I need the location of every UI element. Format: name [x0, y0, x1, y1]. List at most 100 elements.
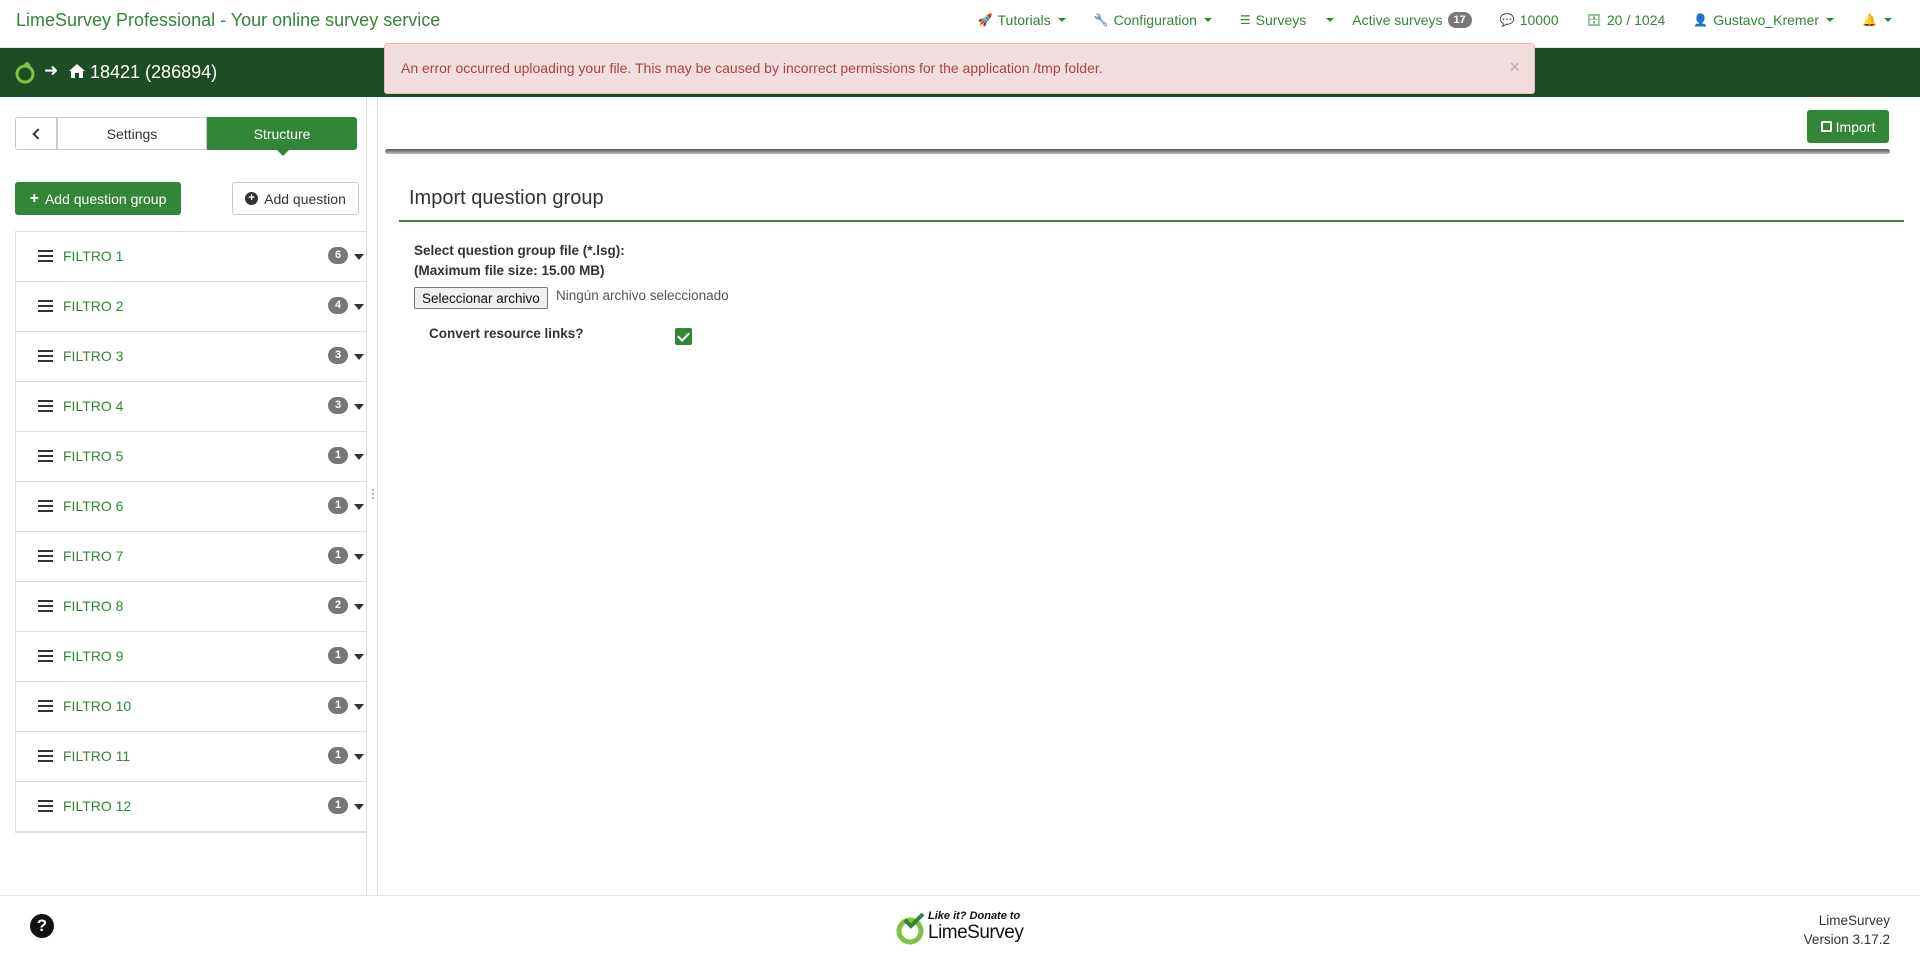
question-group-item[interactable]: FILTRO 10 1 — [16, 682, 366, 732]
title-underline — [399, 220, 1904, 222]
survey-title[interactable]: 18421 (286894) — [90, 62, 217, 83]
question-group-name[interactable]: FILTRO 5 — [63, 448, 123, 464]
nav-configuration-label: Configuration — [1113, 12, 1197, 28]
import-button[interactable]: Import — [1807, 110, 1889, 143]
convert-links-checkbox[interactable] — [675, 328, 692, 345]
caret-down-icon[interactable] — [354, 654, 364, 660]
caret-down-icon — [1884, 18, 1892, 22]
caret-down-icon[interactable] — [354, 754, 364, 760]
home-icon[interactable] — [68, 62, 86, 80]
grip-icon: · · · — [371, 482, 375, 504]
limesurvey-logo-icon[interactable] — [14, 62, 36, 84]
caret-down-icon[interactable] — [354, 504, 364, 510]
caret-down-icon[interactable] — [354, 604, 364, 610]
question-group-name[interactable]: FILTRO 2 — [63, 298, 123, 314]
drag-handle-icon[interactable] — [38, 600, 53, 612]
donate-link[interactable]: Like it? Donate to LimeSurvey — [895, 910, 1025, 948]
footer: ? Like it? Donate to LimeSurvey LimeSurv… — [0, 895, 1920, 958]
question-group-item[interactable]: FILTRO 12 1 — [16, 782, 366, 832]
nav-storage[interactable]: 🗄 20 / 1024 — [1573, 12, 1680, 28]
question-group-item[interactable]: FILTRO 1 6 — [16, 232, 366, 282]
question-group-item[interactable]: FILTRO 7 1 — [16, 532, 366, 582]
add-question-button[interactable]: + Add question — [232, 182, 359, 215]
help-icon[interactable]: ? — [30, 914, 54, 938]
drag-handle-icon[interactable] — [38, 700, 53, 712]
question-group-item[interactable]: FILTRO 2 4 — [16, 282, 366, 332]
question-count-badge: 6 — [328, 247, 348, 264]
question-group-name[interactable]: FILTRO 9 — [63, 648, 123, 664]
active-surveys-count: 17 — [1447, 12, 1472, 28]
question-group-name[interactable]: FILTRO 7 — [63, 548, 123, 564]
add-question-label: Add question — [264, 190, 346, 207]
question-group-item[interactable]: FILTRO 8 2 — [16, 582, 366, 632]
drag-handle-icon[interactable] — [38, 450, 53, 462]
caret-down-icon[interactable] — [354, 554, 364, 560]
question-group-name[interactable]: FILTRO 11 — [63, 748, 130, 764]
question-group-item[interactable]: FILTRO 9 1 — [16, 632, 366, 682]
convert-links-label: Convert resource links? — [429, 326, 584, 341]
nav-notifications[interactable]: 🔔 — [1848, 13, 1906, 27]
alert-close-button[interactable]: × — [1509, 57, 1520, 78]
nav-surveys-dropdown[interactable] — [1320, 18, 1338, 22]
drag-handle-icon[interactable] — [38, 550, 53, 562]
sidebar-resize-handle[interactable]: · · · — [366, 97, 378, 895]
drag-handle-icon[interactable] — [38, 500, 53, 512]
caret-down-icon[interactable] — [354, 704, 364, 710]
question-group-item[interactable]: FILTRO 3 3 — [16, 332, 366, 382]
tab-settings[interactable]: Settings — [57, 117, 207, 150]
brand-title[interactable]: LimeSurvey Professional - Your online su… — [16, 10, 440, 31]
file-label-line1: Select question group file (*.lsg): — [414, 243, 625, 258]
add-question-group-button[interactable]: + Add question group — [15, 182, 181, 215]
caret-down-icon[interactable] — [354, 304, 364, 310]
drag-handle-icon[interactable] — [38, 750, 53, 762]
nav-responses[interactable]: 💬 10000 — [1486, 12, 1573, 28]
main-topbar — [385, 97, 1920, 154]
drag-handle-icon[interactable] — [38, 800, 53, 812]
drag-handle-icon[interactable] — [38, 400, 53, 412]
nav-user-menu[interactable]: 👤 Gustavo_Kremer — [1679, 12, 1848, 28]
choose-file-button[interactable]: Seleccionar archivo — [414, 287, 548, 309]
caret-down-icon[interactable] — [354, 254, 364, 260]
question-count-badge: 3 — [328, 347, 348, 364]
tab-structure[interactable]: Structure — [207, 117, 357, 156]
file-status: Ningún archivo seleccionado — [556, 288, 729, 303]
question-group-item[interactable]: FILTRO 11 1 — [16, 732, 366, 782]
question-group-name[interactable]: FILTRO 3 — [63, 348, 123, 364]
question-group-name[interactable]: FILTRO 6 — [63, 498, 123, 514]
drag-handle-icon[interactable] — [38, 250, 53, 262]
nav-configuration[interactable]: 🔧 Configuration — [1080, 12, 1226, 28]
version-number: Version 3.17.2 — [1803, 932, 1890, 947]
version-info: LimeSurvey Version 3.17.2 — [1804, 911, 1890, 949]
nav-tutorials-label: Tutorials — [997, 12, 1051, 28]
nav-tutorials[interactable]: 🚀 Tutorials — [964, 12, 1080, 28]
drag-handle-icon[interactable] — [38, 650, 53, 662]
drag-handle-icon[interactable] — [38, 350, 53, 362]
question-group-name[interactable]: FILTRO 1 — [63, 248, 123, 264]
question-group-name[interactable]: FILTRO 8 — [63, 598, 123, 614]
drag-handle-icon[interactable] — [38, 300, 53, 312]
caret-down-icon — [1826, 18, 1835, 22]
caret-down-icon[interactable] — [354, 804, 364, 810]
donate-line1: Like it? Donate to — [928, 910, 1021, 922]
question-group-item[interactable]: FILTRO 5 1 — [16, 432, 366, 482]
question-count-badge: 1 — [328, 447, 348, 464]
collapse-sidebar-button[interactable] — [15, 117, 57, 150]
question-group-name[interactable]: FILTRO 4 — [63, 398, 123, 414]
caret-down-icon — [1203, 18, 1212, 22]
question-group-name[interactable]: FILTRO 10 — [63, 698, 131, 714]
nav-surveys-label: Surveys — [1255, 12, 1307, 28]
caret-down-icon[interactable] — [354, 404, 364, 410]
caret-down-icon[interactable] — [354, 354, 364, 360]
nav-surveys[interactable]: ☰ Surveys — [1226, 12, 1320, 28]
plus-circle-icon: + — [245, 192, 259, 205]
caret-down-icon[interactable] — [354, 454, 364, 460]
question-count-badge: 1 — [328, 547, 348, 564]
question-count-badge: 1 — [328, 647, 348, 664]
list-icon: ☰ — [1239, 13, 1251, 27]
question-group-item[interactable]: FILTRO 6 1 — [16, 482, 366, 532]
question-group-name[interactable]: FILTRO 12 — [63, 798, 131, 814]
question-group-item[interactable]: FILTRO 4 3 — [16, 382, 366, 432]
nav-active-surveys[interactable]: Active surveys 17 — [1338, 12, 1486, 28]
page-title: Import question group — [409, 187, 604, 209]
error-alert: An error occurred uploading your file. T… — [384, 43, 1535, 94]
